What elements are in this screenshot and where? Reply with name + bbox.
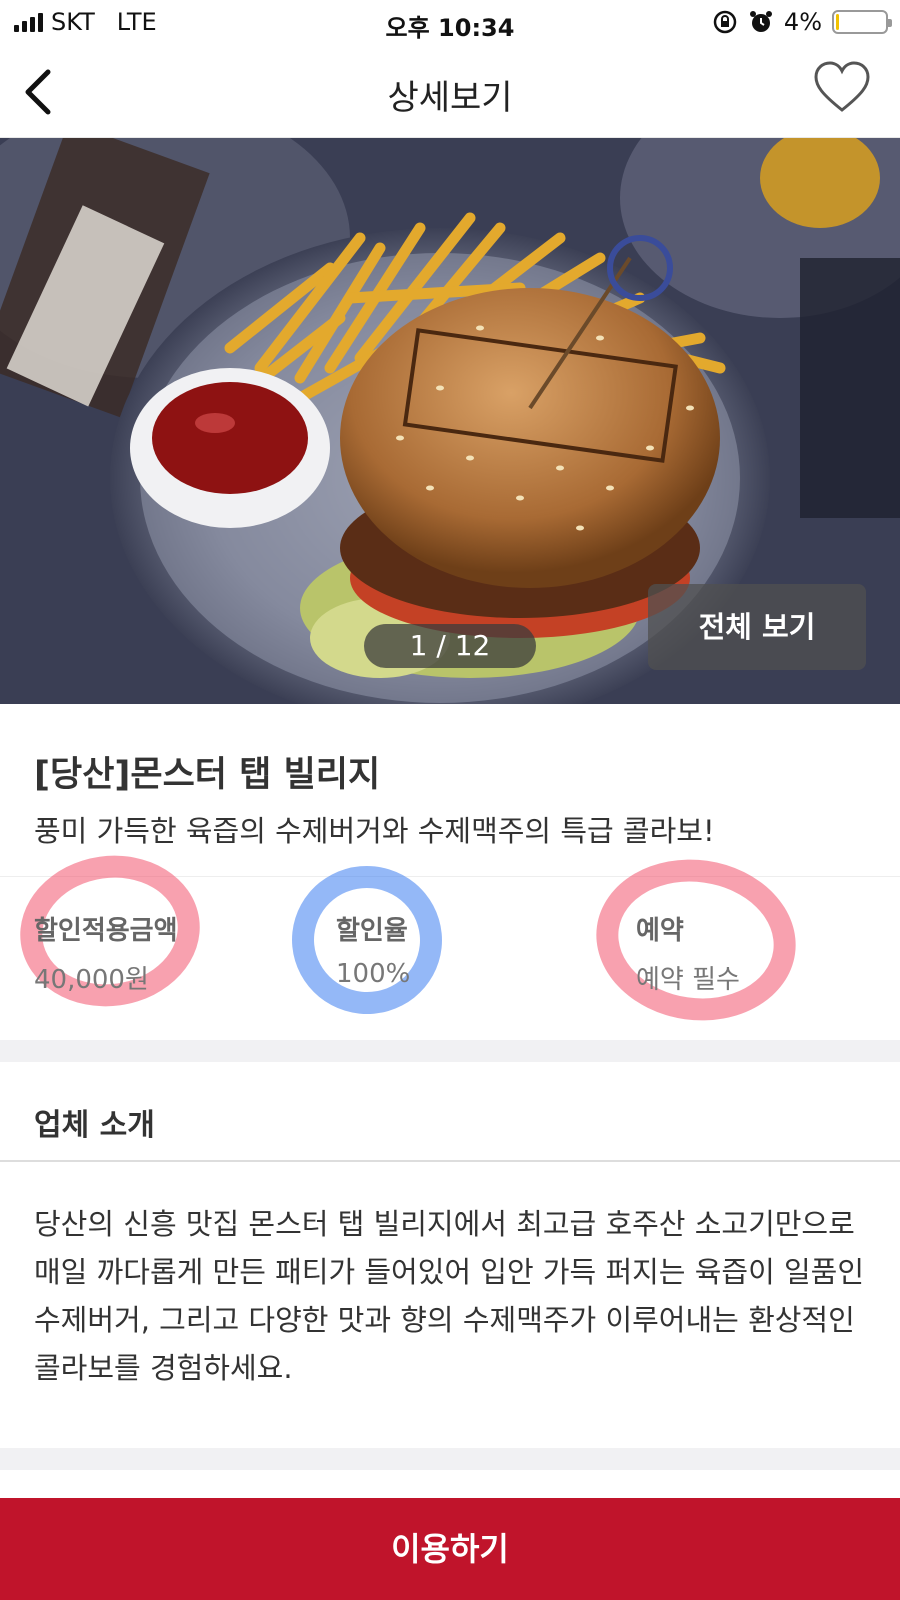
store-name: [당산]몬스터 탭 빌리지 xyxy=(34,755,381,795)
intro-description: 당산의 신흥 맛집 몬스터 탭 빌리지에서 최고급 호주산 소고기만으로 매일 … xyxy=(34,1207,865,1385)
use-button[interactable]: 이용하기 xyxy=(0,1498,900,1600)
intro-section-title: 업체 소개 xyxy=(34,1108,155,1143)
stat-discount-rate-value: 100% xyxy=(336,959,411,989)
stat-discount-amount-label: 할인적용금액 xyxy=(34,916,178,946)
detail-screen: SKT LTE 오후 10:34 4% 상세보기 1 / 12 전체 보기 [당… xyxy=(0,0,900,1600)
stat-reservation-label: 예약 xyxy=(636,916,684,946)
view-all-photos-button[interactable]: 전체 보기 xyxy=(648,584,866,670)
status-right: 4% xyxy=(712,8,892,36)
store-tagline: 풍미 가득한 육즙의 수제버거와 수제맥주의 특급 콜라보! xyxy=(34,814,715,848)
stat-discount-amount-value: 40,000원 xyxy=(34,965,149,995)
stat-discount-amount: 할인적용금액 40,000원 xyxy=(34,910,178,996)
alarm-icon xyxy=(749,11,772,32)
orientation-lock-icon xyxy=(713,10,737,34)
stat-reservation: 예약 예약 필수 xyxy=(636,910,740,996)
stat-reservation-value: 예약 필수 xyxy=(636,965,740,995)
top-header: 상세보기 xyxy=(0,46,900,138)
battery-percent: 4% xyxy=(783,8,822,36)
stat-discount-rate: 할인율 100% xyxy=(336,910,410,989)
favorite-heart-button[interactable] xyxy=(812,58,872,118)
battery-fill xyxy=(836,14,839,30)
battery-icon xyxy=(832,10,892,34)
photo-counter: 1 / 12 xyxy=(364,624,536,668)
bottom-gap xyxy=(0,1448,900,1470)
status-bar: SKT LTE 오후 10:34 4% xyxy=(0,0,900,46)
section-gap xyxy=(0,1040,900,1062)
intro-divider xyxy=(0,1160,900,1162)
page-title: 상세보기 xyxy=(387,78,513,118)
stat-discount-rate-label: 할인율 xyxy=(336,916,408,946)
